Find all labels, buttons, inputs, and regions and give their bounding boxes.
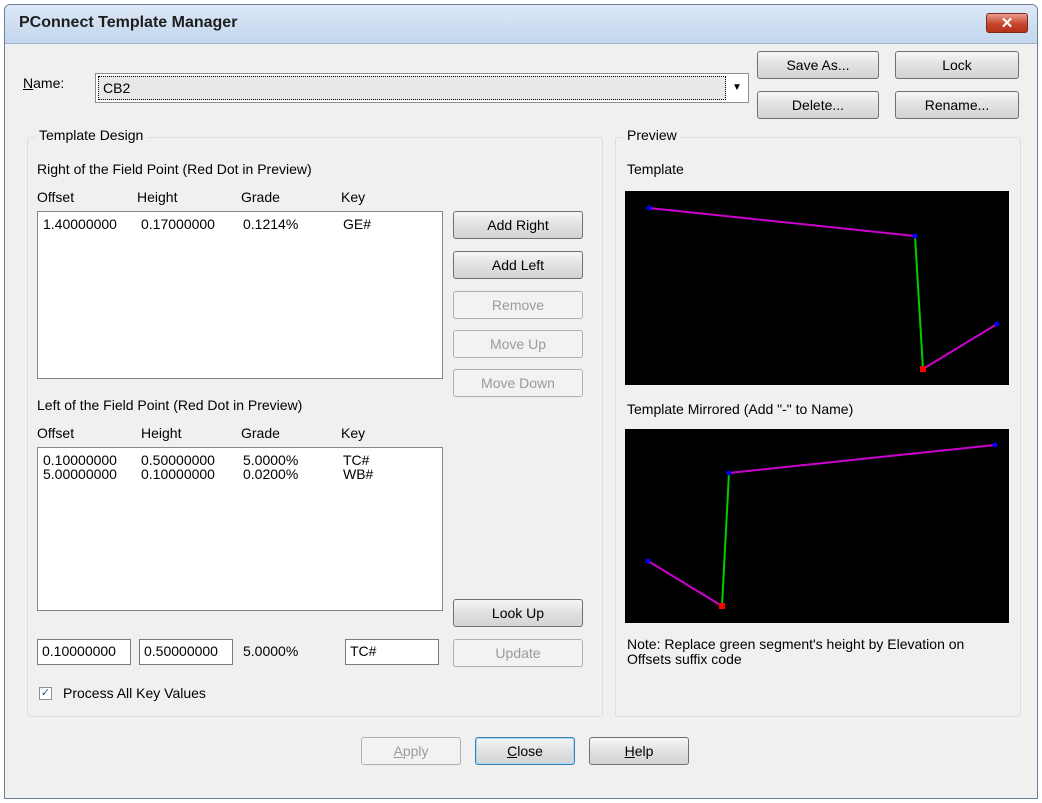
green-segment xyxy=(914,235,924,370)
cell-height: 0.17000000 xyxy=(141,216,215,232)
mirrored-preview-canvas xyxy=(645,442,998,609)
offset-input[interactable]: 0.10000000 xyxy=(37,639,131,665)
left-col-grade-header: Grade xyxy=(241,425,280,441)
preview-group-label: Preview xyxy=(623,127,681,143)
template-segment xyxy=(728,444,996,474)
right-points-list[interactable]: 1.40000000 0.17000000 0.1214% GE# xyxy=(37,211,443,379)
mirrored-preview xyxy=(625,429,1009,623)
preview-note: Note: Replace green segment's height by … xyxy=(627,636,965,667)
move-up-button[interactable]: Move Up xyxy=(453,330,583,358)
process-all-label: Process All Key Values xyxy=(63,685,206,701)
save-as-button[interactable]: Save As... xyxy=(757,51,879,79)
window-title: PConnect Template Manager xyxy=(19,14,238,31)
help-button[interactable]: Help xyxy=(589,737,689,765)
key-input[interactable]: TC# xyxy=(345,639,439,665)
cell-key: GE# xyxy=(343,216,372,232)
left-segment xyxy=(647,560,723,607)
add-right-button[interactable]: Add Right xyxy=(453,211,583,239)
close-window-button[interactable]: ✕ xyxy=(986,13,1028,33)
template-preview-canvas xyxy=(646,205,1000,372)
close-button[interactable]: Close xyxy=(475,737,575,765)
template-segment xyxy=(648,207,916,237)
height-input[interactable]: 0.50000000 xyxy=(139,639,233,665)
look-up-button[interactable]: Look Up xyxy=(453,599,583,627)
point-marker xyxy=(646,205,652,211)
right-col-key-header: Key xyxy=(341,189,366,205)
move-down-button[interactable]: Move Down xyxy=(453,369,583,397)
checkmark-icon: ✓ xyxy=(40,687,51,699)
title-bar[interactable]: PConnect Template Manager ✕ xyxy=(5,5,1037,44)
cell-offset: 1.40000000 xyxy=(43,216,117,232)
left-of-field-point-label: Left of the Field Point (Red Dot in Prev… xyxy=(37,397,303,413)
template-preview-label: Template xyxy=(627,161,684,177)
lock-button[interactable]: Lock xyxy=(895,51,1019,79)
close-icon: ✕ xyxy=(1000,15,1014,32)
rename-button[interactable]: Rename... xyxy=(895,91,1019,119)
right-col-height-header: Height xyxy=(137,189,178,205)
right-col-offset-header: Offset xyxy=(37,189,75,205)
cell-offset: 5.00000000 xyxy=(43,466,117,482)
name-label: Name: xyxy=(23,75,65,91)
right-of-field-point-label: Right of the Field Point (Red Dot in Pre… xyxy=(37,161,312,177)
field-point-marker xyxy=(719,603,725,609)
grade-value: 5.0000% xyxy=(243,643,299,659)
chevron-down-icon[interactable]: ▼ xyxy=(728,76,746,100)
left-col-offset-header: Offset xyxy=(37,425,75,441)
template-preview xyxy=(625,191,1009,385)
update-button[interactable]: Update xyxy=(453,639,583,667)
right-segment xyxy=(922,323,998,370)
apply-button[interactable]: Apply xyxy=(361,737,461,765)
name-value[interactable]: CB2 xyxy=(98,76,726,100)
point-marker xyxy=(645,558,651,564)
add-left-button[interactable]: Add Left xyxy=(453,251,583,279)
point-marker xyxy=(994,321,1000,327)
point-marker xyxy=(992,442,998,448)
cell-height: 0.10000000 xyxy=(141,466,215,482)
cell-grade: 0.1214% xyxy=(243,216,299,232)
cell-grade: 0.0200% xyxy=(243,466,299,482)
process-all-checkbox[interactable]: ✓ xyxy=(39,687,52,700)
field-point-marker xyxy=(920,366,926,372)
left-points-list[interactable]: 0.10000000 0.50000000 5.0000% TC# 5.0000… xyxy=(37,447,443,611)
delete-button[interactable]: Delete... xyxy=(757,91,879,119)
point-marker xyxy=(912,233,918,239)
green-segment xyxy=(721,472,730,607)
template-design-label: Template Design xyxy=(35,127,148,143)
point-marker xyxy=(726,470,732,476)
left-col-key-header: Key xyxy=(341,425,366,441)
right-col-grade-header: Grade xyxy=(241,189,280,205)
left-col-height-header: Height xyxy=(141,425,182,441)
name-combobox[interactable]: CB2 ▼ xyxy=(95,73,749,103)
template-manager-window: PConnect Template Manager ✕ Name: CB2 ▼ … xyxy=(4,4,1038,799)
mirrored-preview-label: Template Mirrored (Add "-" to Name) xyxy=(627,401,854,417)
remove-button[interactable]: Remove xyxy=(453,291,583,319)
cell-key: WB# xyxy=(343,466,374,482)
